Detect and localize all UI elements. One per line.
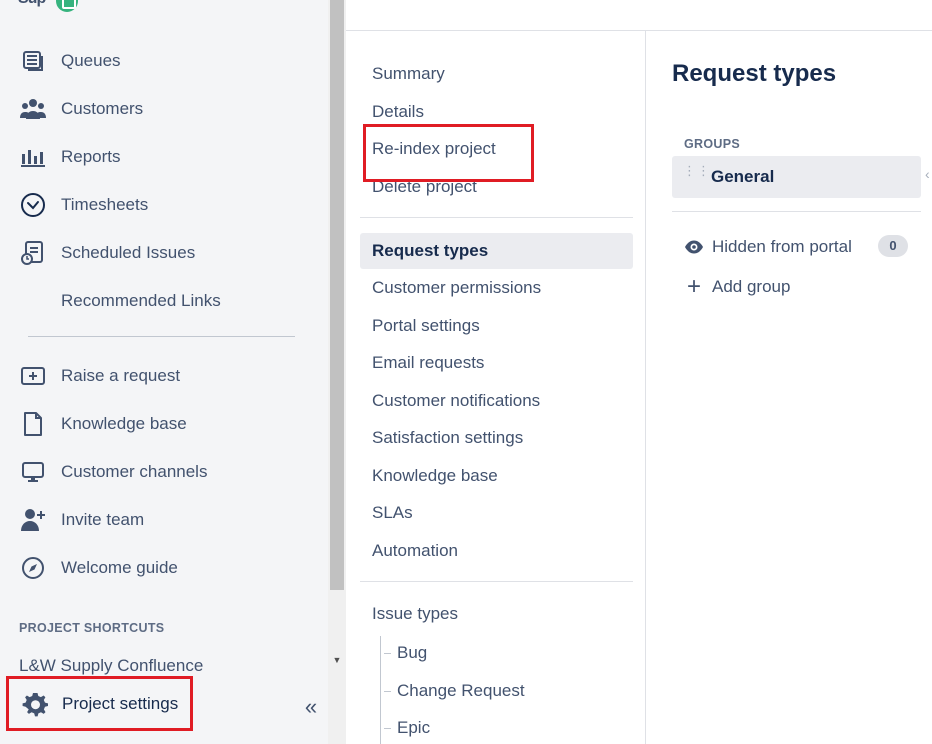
sidebar-item-reports[interactable]: Reports bbox=[0, 137, 328, 177]
project-settings-label: Project settings bbox=[62, 693, 179, 713]
menu-item-issue-types[interactable]: Issue types bbox=[360, 596, 633, 632]
chevron-left-icon[interactable]: ‹ bbox=[925, 166, 930, 182]
scheduled-issues-icon bbox=[19, 239, 47, 267]
sidebar-scrollbar-thumb[interactable] bbox=[330, 0, 344, 590]
sidebar-item-scheduled-issues[interactable]: Scheduled Issues bbox=[0, 233, 328, 273]
sidebar-item-raise-request[interactable]: Raise a request bbox=[0, 356, 328, 396]
sidebar-item-timesheets[interactable]: Timesheets bbox=[0, 185, 328, 225]
hidden-from-portal-item[interactable]: Hidden from portal 0 bbox=[684, 233, 921, 261]
menu-item-delete-project[interactable]: Delete project bbox=[360, 169, 633, 205]
drag-handle-icon[interactable]: ⋮⋮ bbox=[683, 164, 710, 186]
group-item-general[interactable]: ⋮⋮ General bbox=[672, 156, 921, 198]
hidden-from-portal-label: Hidden from portal bbox=[712, 237, 852, 256]
menu-item-slas[interactable]: SLAs bbox=[360, 495, 633, 531]
menu-item-details[interactable]: Details bbox=[360, 94, 633, 130]
shortcut-link[interactable]: L&W Supply Confluence bbox=[19, 656, 203, 676]
menu-divider bbox=[360, 217, 633, 218]
sidebar-item-label: Invite team bbox=[61, 510, 145, 529]
add-person-icon bbox=[19, 506, 47, 534]
menu-item-summary[interactable]: Summary bbox=[360, 56, 633, 92]
monitor-icon bbox=[19, 458, 47, 486]
issue-type-bug[interactable]: Bug bbox=[384, 636, 624, 670]
page-title: Request types bbox=[672, 60, 837, 87]
menu-item-customer-notifications[interactable]: Customer notifications bbox=[360, 383, 633, 419]
sidebar-item-label: Knowledge base bbox=[61, 414, 187, 433]
sidebar-item-label: Welcome guide bbox=[61, 558, 178, 577]
project-avatar-icon bbox=[56, 0, 78, 12]
menu-item-request-types[interactable]: Request types bbox=[360, 233, 633, 269]
sidebar-item-label: Queues bbox=[61, 51, 121, 70]
scroll-down-arrow-icon[interactable]: ▼ bbox=[331, 654, 343, 666]
gear-icon bbox=[21, 690, 49, 718]
sidebar-item-label: Scheduled Issues bbox=[61, 243, 196, 262]
sidebar-item-invite-team[interactable]: Invite team bbox=[0, 500, 328, 540]
issue-types-tree-line bbox=[380, 636, 381, 744]
sidebar-item-label: Customers bbox=[61, 99, 144, 118]
issue-type-change-request[interactable]: Change Request bbox=[384, 674, 624, 708]
sidebar-item-recommended-links[interactable]: Recommended Links bbox=[0, 281, 328, 321]
project-sidebar: Sup Queues Customers Reports Timesheets … bbox=[0, 0, 328, 744]
reports-icon bbox=[19, 143, 47, 171]
logo-text: Sup bbox=[18, 0, 46, 8]
sidebar-item-label: Reports bbox=[61, 147, 121, 166]
top-bar bbox=[346, 0, 932, 31]
menu-item-automation[interactable]: Automation bbox=[360, 533, 633, 569]
eye-icon bbox=[684, 237, 704, 257]
document-icon bbox=[19, 410, 47, 438]
collapse-sidebar-button[interactable]: « bbox=[298, 694, 324, 720]
groups-divider bbox=[672, 211, 921, 212]
sidebar-item-customers[interactable]: Customers bbox=[0, 89, 328, 129]
clock-icon bbox=[19, 191, 47, 219]
sidebar-item-welcome-guide[interactable]: Welcome guide bbox=[0, 548, 328, 588]
group-label: General bbox=[711, 167, 775, 186]
menu-item-knowledge-base[interactable]: Knowledge base bbox=[360, 458, 633, 494]
sidebar-item-queues[interactable]: Queues bbox=[0, 41, 328, 81]
raise-request-icon bbox=[19, 362, 47, 390]
customers-icon bbox=[19, 95, 47, 123]
add-group-button[interactable]: + Add group bbox=[684, 273, 790, 301]
sidebar-item-knowledge-base[interactable]: Knowledge base bbox=[0, 404, 328, 444]
menu-item-customer-permissions[interactable]: Customer permissions bbox=[360, 270, 633, 306]
issue-type-epic[interactable]: Epic bbox=[384, 711, 624, 744]
sidebar-divider bbox=[28, 336, 295, 337]
sidebar-item-label: Customer channels bbox=[61, 462, 208, 481]
project-shortcuts-heading: PROJECT SHORTCUTS bbox=[19, 621, 165, 635]
plus-icon: + bbox=[686, 273, 701, 300]
sidebar-item-label: Raise a request bbox=[61, 366, 181, 385]
menu-item-re-index-project[interactable]: Re-index project bbox=[360, 131, 633, 167]
sidebar-item-label: Timesheets bbox=[61, 195, 149, 214]
hidden-count-badge: 0 bbox=[878, 235, 908, 257]
menu-divider bbox=[360, 581, 633, 582]
menu-item-portal-settings[interactable]: Portal settings bbox=[360, 308, 633, 344]
queues-icon bbox=[19, 47, 47, 75]
menu-item-satisfaction-settings[interactable]: Satisfaction settings bbox=[360, 420, 633, 456]
compass-icon bbox=[19, 554, 47, 582]
sidebar-item-label: Recommended Links bbox=[61, 291, 221, 310]
add-group-label: Add group bbox=[712, 277, 791, 296]
menu-item-email-requests[interactable]: Email requests bbox=[360, 345, 633, 381]
sidebar-item-customer-channels[interactable]: Customer channels bbox=[0, 452, 328, 492]
groups-heading: GROUPS bbox=[684, 137, 740, 151]
project-settings-button[interactable]: Project settings bbox=[6, 676, 193, 731]
